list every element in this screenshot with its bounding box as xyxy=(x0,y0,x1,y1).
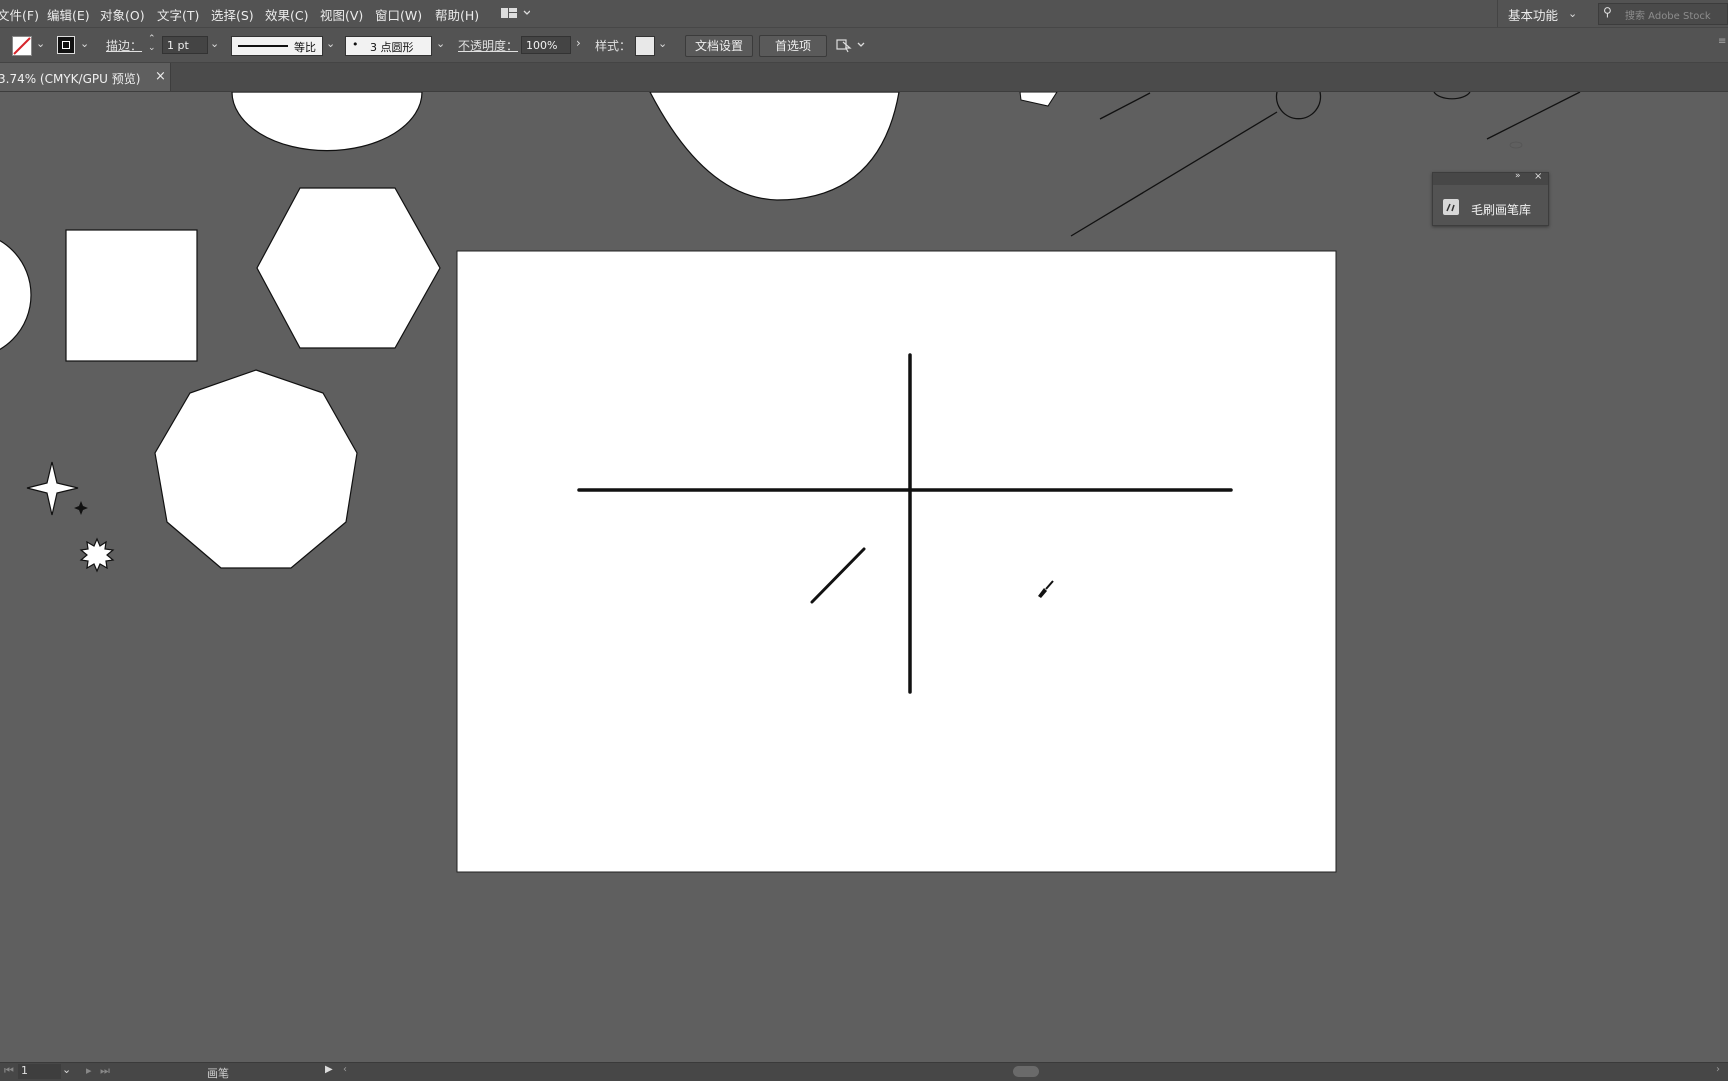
star-shape xyxy=(26,461,79,516)
menu-object[interactable]: 对象(O) xyxy=(100,5,145,24)
menu-view[interactable]: 视图(V) xyxy=(320,5,363,24)
tiny-ellipse xyxy=(1509,141,1523,149)
small-star-shape xyxy=(74,501,88,515)
menu-type[interactable]: 文字(T) xyxy=(157,5,199,24)
small-circle-shape xyxy=(1433,92,1471,100)
brush-library-icon[interactable] xyxy=(1443,199,1459,215)
stroke-swatch[interactable] xyxy=(57,36,75,54)
preferences-button[interactable]: 首选项 xyxy=(759,35,827,57)
panel-header[interactable]: » × xyxy=(1433,171,1548,185)
stroke-stepper-icon[interactable]: ⌃ ⌄ xyxy=(148,35,156,53)
horizontal-scrollbar-thumb[interactable] xyxy=(1013,1066,1039,1077)
close-panel-icon[interactable]: × xyxy=(1534,171,1542,182)
canvas[interactable]: » × 毛刷画笔库 xyxy=(0,92,1728,1062)
artboard-dropdown-icon[interactable]: ⌄ xyxy=(62,1063,71,1076)
hexagon-shape xyxy=(256,187,441,349)
small-circle-shape xyxy=(1275,92,1322,120)
brush-library-label[interactable]: 毛刷画笔库 xyxy=(1471,201,1531,218)
circle-shape xyxy=(0,240,32,350)
style-label: 样式： xyxy=(595,39,632,53)
stroke-weight-dropdown-icon[interactable]: ⌄ xyxy=(210,37,219,50)
select-similar-icon[interactable] xyxy=(836,36,870,54)
profile-dropdown-icon[interactable]: ⌄ xyxy=(326,37,335,50)
first-artboard-icon[interactable]: ⏮ xyxy=(4,1064,14,1078)
menu-select[interactable]: 选择(S) xyxy=(211,5,254,24)
close-tab-icon[interactable]: × xyxy=(155,69,166,84)
search-field[interactable]: ⚲ 搜索 Adobe Stock xyxy=(1598,3,1728,25)
artboard xyxy=(456,250,1337,873)
menu-window[interactable]: 窗口(W) xyxy=(375,5,422,24)
brush-dropdown-icon[interactable]: ⌄ xyxy=(436,37,445,50)
toolbar-menu-icon[interactable]: ≡ xyxy=(1718,36,1726,47)
last-artboard-icon[interactable]: ⏭ xyxy=(100,1064,110,1078)
profile-label: 等比 xyxy=(294,41,316,54)
control-bar: ⌄ ⌄ 描边： ⌃ ⌄ 1 pt ⌄ 等比 ⌄ • 3 点圆形 ⌄ 不透明度： 1… xyxy=(0,28,1728,63)
search-icon: ⚲ xyxy=(1603,5,1612,19)
line-segment xyxy=(1070,111,1278,237)
menu-edit[interactable]: 编辑(E) xyxy=(47,5,90,24)
stroke-label[interactable]: 描边： xyxy=(106,37,142,54)
collapse-panel-icon[interactable]: » xyxy=(1515,171,1521,181)
style-dropdown-icon[interactable]: ⌄ xyxy=(658,37,667,50)
small-polygon-shape xyxy=(1019,92,1058,107)
brush-library-panel[interactable]: » × 毛刷画笔库 xyxy=(1432,171,1549,226)
opacity-label[interactable]: 不透明度： xyxy=(458,37,518,54)
square-shape xyxy=(65,229,198,362)
scroll-left-icon[interactable]: ‹ xyxy=(343,1064,347,1075)
document-tab-bar: 3.74% (CMYK/GPU 预览) × xyxy=(0,63,1728,92)
line-segment xyxy=(1486,92,1581,140)
artboard-number-input[interactable]: 1 xyxy=(18,1064,61,1079)
style-swatch[interactable] xyxy=(635,36,655,56)
stroke-dropdown-icon[interactable]: ⌄ xyxy=(80,37,89,50)
menu-file[interactable]: 文件(F) xyxy=(0,5,39,24)
document-tab-title: 3.74% (CMYK/GPU 预览) xyxy=(0,72,141,86)
current-tool-label: 画笔 xyxy=(207,1067,229,1080)
opacity-input[interactable]: 100% xyxy=(521,36,571,54)
fill-dropdown-icon[interactable]: ⌄ xyxy=(36,37,45,50)
line-segment xyxy=(1099,92,1151,120)
artwork xyxy=(0,92,1581,873)
nonagon-shape xyxy=(154,369,358,569)
status-menu-arrow-icon[interactable]: ▶ xyxy=(325,1064,333,1075)
scroll-right-icon[interactable]: › xyxy=(1716,1064,1720,1075)
search-placeholder: 搜索 Adobe Stock xyxy=(1625,11,1711,22)
opacity-expand-icon[interactable]: › xyxy=(576,36,581,50)
variable-width-profile[interactable]: 等比 xyxy=(231,36,323,56)
brush-label: 3 点圆形 xyxy=(370,41,414,54)
document-tab[interactable]: 3.74% (CMYK/GPU 预览) × xyxy=(0,63,171,91)
menu-help[interactable]: 帮助(H) xyxy=(435,5,479,24)
stroke-weight-input[interactable]: 1 pt xyxy=(162,36,208,54)
status-bar: ⏮ 1 ⌄ ▸ ⏭ 画笔 ▶ ‹ › xyxy=(0,1062,1728,1081)
circle-shape xyxy=(231,92,423,152)
menu-bar: 文件(F) 编辑(E) 对象(O) 文字(T) 选择(S) 效果(C) 视图(V… xyxy=(0,0,1728,28)
document-setup-button[interactable]: 文档设置 xyxy=(685,35,753,57)
menu-effect[interactable]: 效果(C) xyxy=(265,5,308,24)
fill-swatch[interactable] xyxy=(12,36,32,56)
chevron-down-icon[interactable]: ⌄ xyxy=(1568,7,1577,20)
next-artboard-icon[interactable]: ▸ xyxy=(86,1064,92,1077)
workspace-switcher[interactable]: 基本功能 xyxy=(1508,5,1558,24)
arrange-documents-icon[interactable] xyxy=(500,6,531,20)
brush-definition[interactable]: • 3 点圆形 xyxy=(345,36,432,56)
ellipse-shape xyxy=(649,92,900,201)
burst-shape xyxy=(79,537,115,573)
